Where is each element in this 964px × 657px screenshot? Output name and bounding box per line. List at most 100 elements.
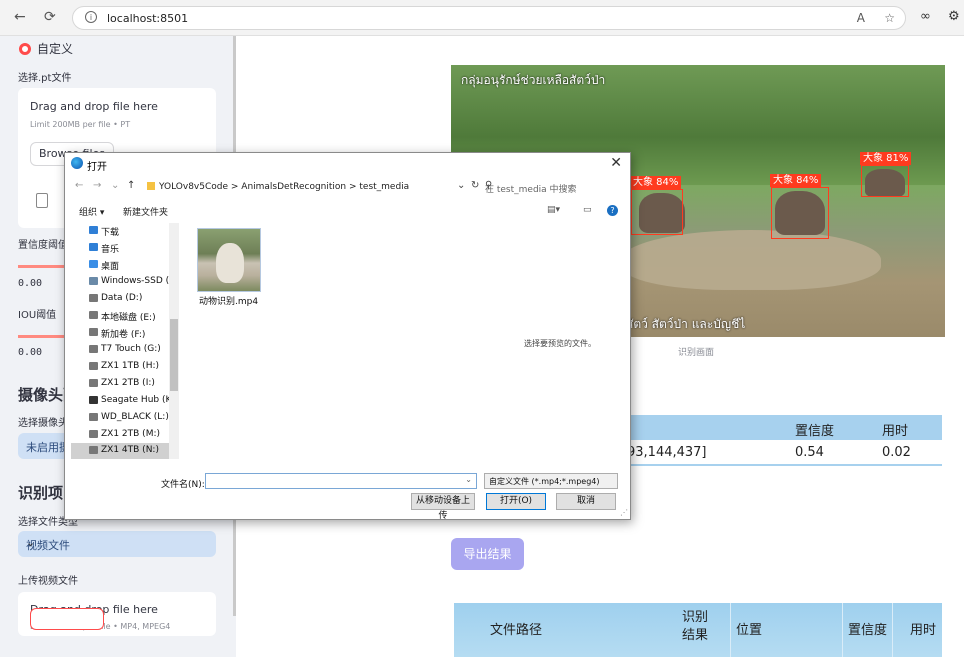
close-icon[interactable]: ✕ [610, 155, 622, 171]
nav-item[interactable]: Seagate Hub (K: [71, 393, 175, 409]
preview-pane-icon[interactable]: ▭ [583, 205, 592, 215]
reload-icon[interactable]: ⟳ [44, 9, 56, 25]
table-row: 93,144,437] 0.54 0.02 [627, 440, 942, 466]
nav-item[interactable]: WD_BLACK (L:) [71, 410, 171, 426]
iou-label: IOU阈值 [18, 310, 57, 321]
resize-grip-icon[interactable]: ⋰ [620, 508, 628, 517]
drive-icon [89, 294, 98, 302]
detection-box: 大象 84% [770, 174, 829, 239]
dialog-toolbar: 组织 ▾ 新建文件夹 ▤▾ ▭ ? [65, 201, 630, 221]
help-icon[interactable]: ? [607, 205, 618, 216]
radio-custom[interactable]: 自定义 [19, 40, 73, 57]
path-dropdown-icon[interactable]: ⌄ [457, 180, 465, 191]
settings-icon[interactable]: ⚙ [948, 9, 960, 24]
nav-item[interactable]: 下载 [71, 223, 171, 239]
conf-value: 0.00 [18, 278, 43, 289]
nav-item-label: Windows-SSD (C [101, 276, 176, 286]
filename-label: 文件名(N): [161, 480, 205, 490]
nav-item[interactable]: ZX1 1TB (H:) [71, 359, 171, 375]
browse-video-button[interactable] [30, 608, 104, 630]
drive-icon [89, 413, 98, 421]
breadcrumb-item[interactable]: test_media [359, 182, 409, 192]
conf-label: 置信度阈值 [18, 240, 68, 251]
site-info-icon[interactable]: i [85, 11, 97, 23]
detection-label: 大象 84% [770, 174, 822, 187]
up-arrow-icon[interactable]: ↑ [127, 180, 135, 191]
nav-item[interactable]: ZX1 2TB (M:) [71, 427, 171, 443]
search-box[interactable]: 在 test_media 中搜索 ⚲ [475, 177, 620, 197]
header-time: 用时 [882, 424, 909, 439]
filetype-select[interactable]: 自定义文件 (*.mp4;*.mpeg4) ⌄ [484, 473, 618, 489]
header-confidence: 置信度 [795, 424, 835, 439]
view-options-icon[interactable]: ▤▾ [547, 205, 560, 215]
nav-item[interactable]: T7 Touch (G:) [71, 342, 171, 358]
drive-icon [89, 345, 98, 353]
drive-icon [89, 446, 98, 454]
nav-item-label: WD_BLACK (L:) [101, 412, 169, 422]
nav-item[interactable]: 音乐 [71, 240, 171, 256]
export-button[interactable]: 导出结果 [451, 538, 524, 570]
favorite-icon[interactable]: ☆ [884, 11, 895, 25]
drive-icon [89, 328, 98, 336]
address-bar[interactable]: i localhost:8501 A ☆ [72, 6, 906, 30]
organize-button[interactable]: 组织 ▾ [79, 205, 104, 218]
cancel-button[interactable]: 取消 [556, 493, 616, 510]
nav-scrollbar[interactable] [169, 223, 179, 459]
search-icon: ⚲ [485, 180, 493, 191]
nav-item[interactable]: 新加卷 (F:) [71, 325, 171, 341]
drive-icon [89, 362, 98, 370]
download-icon [89, 226, 98, 234]
browser-toolbar: ← ⟳ i localhost:8501 A ☆ ∞ ⚙ [0, 0, 964, 36]
breadcrumb[interactable]: YOLOv8v5Code > AnimalsDetRecognition > t… [159, 182, 409, 192]
nav-item-label: ZX1 2TB (I:) [101, 378, 155, 388]
drive-icon [89, 277, 98, 285]
new-folder-button[interactable]: 新建文件夹 [123, 205, 168, 218]
header-result: 识别结果 [682, 610, 709, 643]
cell-confidence: 0.54 [795, 445, 824, 460]
nav-item-label: 新加卷 (F:) [101, 330, 146, 340]
iou-value: 0.00 [18, 347, 43, 358]
nav-item-label: ZX1 1TB (H:) [101, 361, 159, 371]
nav-item[interactable]: Data (D:) [71, 291, 171, 307]
upload-label: 上传视频文件 [18, 576, 78, 587]
nav-item[interactable]: Windows-SSD (C [71, 274, 175, 290]
url-text: localhost:8501 [107, 12, 189, 25]
table-header: 置信度 用时 [627, 415, 942, 440]
forward-arrow-icon[interactable]: → [93, 180, 101, 191]
upload-from-mobile-button[interactable]: 从移动设备上传 [411, 493, 475, 521]
column-divider [842, 603, 843, 657]
radio-dot-icon [19, 42, 31, 55]
edge-browser-icon [71, 157, 83, 169]
detection-box: 大象 81% [860, 152, 912, 197]
drive-icon [89, 379, 98, 387]
detection-label: 大象 84% [630, 176, 682, 189]
nav-item[interactable]: ZX1 2TB (I:) [71, 376, 171, 392]
nav-item-label: 音乐 [101, 245, 120, 255]
nav-item[interactable]: 桌面 [71, 257, 171, 273]
breadcrumb-item[interactable]: YOLOv8v5Code [159, 182, 228, 192]
header-filepath: 文件路径 [490, 623, 543, 638]
drive-icon [89, 311, 98, 319]
chevron-down-icon[interactable]: ⌄ [465, 475, 472, 484]
scroll-thumb[interactable] [170, 319, 178, 391]
extension-icon[interactable]: ∞ [920, 9, 931, 24]
nav-item[interactable]: ZX1 4TB (N:) [71, 443, 171, 459]
nav-item-label: Seagate Hub (K: [101, 395, 175, 405]
nav-item-label: 桌面 [101, 262, 120, 272]
nav-item[interactable]: 本地磁盘 (E:) [71, 308, 171, 324]
filename-input[interactable]: ⌄ [205, 473, 477, 489]
nav-item-label: Data (D:) [101, 293, 143, 303]
recent-dropdown-icon[interactable]: ⌄ [111, 180, 119, 191]
filetype-select[interactable]: 视频文件 ⌄ [18, 531, 216, 557]
back-arrow-icon[interactable]: ← [75, 180, 83, 191]
folder-icon [147, 182, 155, 190]
chevron-down-icon: ⌄ [489, 475, 496, 484]
back-icon[interactable]: ← [14, 9, 26, 25]
dialog-titlebar[interactable]: 打开 ✕ [65, 153, 630, 175]
open-button[interactable]: 打开(O) [486, 493, 546, 510]
breadcrumb-item[interactable]: AnimalsDetRecognition [241, 182, 346, 192]
result-table: 置信度 用时 93,144,437] 0.54 0.02 [627, 415, 942, 466]
column-divider [730, 603, 731, 657]
read-aloud-icon[interactable]: A [857, 11, 865, 25]
nav-item-label: ZX1 4TB (N:) [101, 445, 159, 455]
